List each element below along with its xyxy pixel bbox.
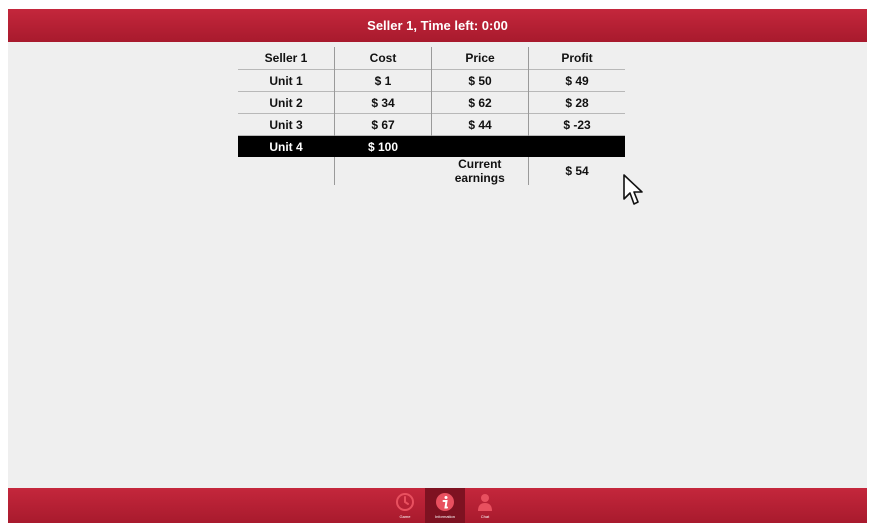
- units-table: Seller 1 Cost Price Profit Unit 1 $ 1 $ …: [238, 47, 625, 185]
- column-header-cost: Cost: [334, 47, 432, 70]
- table-row-unit-3[interactable]: Unit 3 $ 67 $ 44 $ -23: [238, 113, 625, 136]
- unit-name-cell: Unit 3: [238, 113, 335, 136]
- tab-game-label: Game: [399, 514, 411, 519]
- footer-nav-bar: Game Information Chat: [8, 488, 867, 523]
- column-header-price: Price: [431, 47, 529, 70]
- unit-name-cell: Unit 4: [238, 135, 335, 157]
- units-table-container: Seller 1 Cost Price Profit Unit 1 $ 1 $ …: [238, 47, 625, 185]
- table-row-unit-1[interactable]: Unit 1 $ 1 $ 50 $ 49: [238, 69, 625, 92]
- tab-chat[interactable]: Chat: [465, 488, 505, 523]
- profit-cell: $ -23: [528, 113, 625, 136]
- cost-cell: $ 67: [334, 113, 432, 136]
- column-header-profit: Profit: [528, 47, 625, 70]
- tab-information-label: Information: [434, 514, 455, 519]
- tab-information[interactable]: Information: [425, 488, 465, 523]
- price-cell: $ 44: [431, 113, 529, 136]
- profit-cell: $ 49: [528, 69, 625, 92]
- price-cell: [431, 135, 529, 157]
- clock-icon: [396, 493, 414, 511]
- cost-cell: $ 1: [334, 69, 432, 92]
- user-icon: [478, 494, 492, 511]
- table-header-row: Seller 1 Cost Price Profit: [238, 47, 625, 70]
- app-window: Seller 1, Time left: 0:00 Seller 1 Cost …: [8, 9, 867, 523]
- current-earnings-value: $ 54: [565, 164, 589, 178]
- info-icon: [436, 493, 454, 511]
- bottom-tab-bar: Game Information Chat: [385, 488, 505, 523]
- unit-name-cell: Unit 1: [238, 69, 335, 92]
- header-bar: Seller 1, Time left: 0:00: [8, 9, 867, 42]
- table-row-unit-2[interactable]: Unit 2 $ 34 $ 62 $ 28: [238, 91, 625, 114]
- current-earnings-label: Current earnings: [431, 157, 529, 185]
- price-cell: $ 50: [431, 69, 529, 92]
- page-title: Seller 1, Time left: 0:00: [367, 18, 508, 33]
- earnings-row: Current earnings $ 54: [238, 157, 625, 185]
- profit-cell: [528, 135, 625, 157]
- cost-cell: $ 34: [334, 91, 432, 114]
- cost-cell: $ 100: [334, 135, 432, 157]
- tab-chat-label: Chat: [480, 514, 490, 519]
- tab-game[interactable]: Game: [385, 488, 425, 523]
- table-row-unit-4-selected[interactable]: Unit 4 $ 100: [238, 135, 625, 157]
- price-cell: $ 62: [431, 91, 529, 114]
- profit-cell: $ 28: [528, 91, 625, 114]
- empty-cell: [334, 157, 432, 185]
- column-header-seller: Seller 1: [264, 51, 308, 65]
- mouse-pointer-icon: [623, 174, 643, 205]
- unit-name-cell: Unit 2: [238, 91, 335, 114]
- empty-cell: [238, 157, 335, 185]
